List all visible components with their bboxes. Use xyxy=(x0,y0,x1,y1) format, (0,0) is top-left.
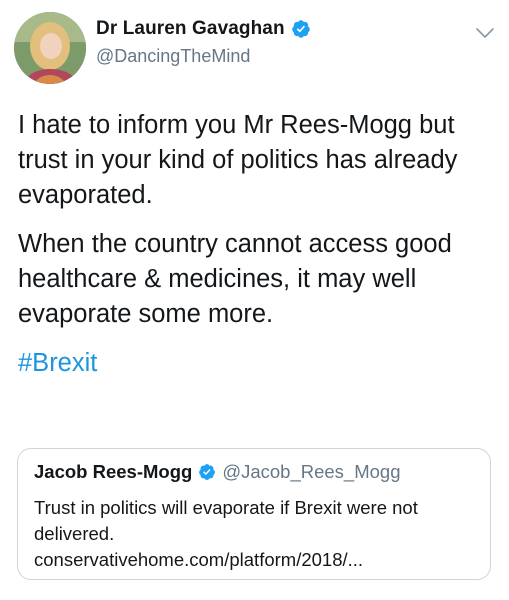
quoted-tweet-text: Trust in politics will evaporate if Brex… xyxy=(34,497,418,544)
quoted-tweet-card[interactable]: Jacob Rees-Mogg @Jacob_Rees_Mogg Trust i… xyxy=(17,448,491,580)
tweet-paragraph-2: When the country cannot access good heal… xyxy=(18,230,452,328)
author-handle[interactable]: @DancingTheMind xyxy=(96,46,250,67)
verified-badge-icon xyxy=(199,464,216,480)
tweet-body: I hate to inform you Mr Rees-Mogg but tr… xyxy=(18,108,498,395)
hashtag-link[interactable]: #Brexit xyxy=(18,349,97,377)
quoted-tweet-header: Jacob Rees-Mogg @Jacob_Rees_Mogg xyxy=(34,461,401,483)
avatar-image xyxy=(14,12,86,84)
chevron-down-icon[interactable] xyxy=(475,26,495,40)
avatar[interactable] xyxy=(14,12,86,84)
tweet-paragraph-1: I hate to inform you Mr Rees-Mogg but tr… xyxy=(18,111,458,209)
verified-badge-icon xyxy=(291,20,310,38)
author-name-row: Dr Lauren Gavaghan xyxy=(96,18,311,40)
quoted-handle: @Jacob_Rees_Mogg xyxy=(222,461,401,482)
quoted-tweet-link[interactable]: conservativehome.com/platform/2018/... xyxy=(34,547,474,573)
quoted-display-name: Jacob Rees-Mogg xyxy=(34,461,193,482)
author-display-name[interactable]: Dr Lauren Gavaghan xyxy=(96,18,285,40)
quoted-tweet-body: Trust in politics will evaporate if Brex… xyxy=(34,495,474,573)
